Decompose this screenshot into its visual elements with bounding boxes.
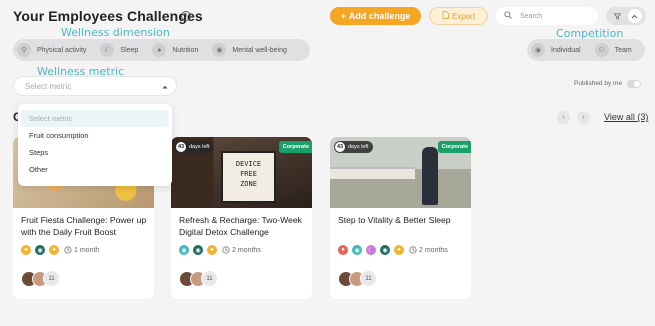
competition-label: Team — [614, 46, 632, 54]
running-icon: ⚲ — [17, 43, 31, 57]
participants[interactable]: 11 — [21, 270, 60, 287]
days-left-number: 43 — [335, 142, 345, 152]
railing-image — [330, 167, 415, 179]
metric-option-other[interactable]: Other — [18, 161, 172, 178]
moon-icon: ☾ — [366, 245, 376, 255]
eye-icon: ◉ — [212, 43, 227, 57]
person-icon: ● — [207, 245, 217, 255]
dimension-label: Nutrition — [172, 46, 199, 54]
export-button[interactable]: Export — [429, 7, 488, 25]
info-icon[interactable]: i — [181, 11, 191, 21]
person-image — [422, 147, 438, 205]
chevron-right-icon[interactable]: › — [577, 111, 590, 124]
person-icon: ● — [49, 245, 59, 255]
chevron-up-icon — [162, 82, 168, 91]
duration-label: 1 month — [74, 246, 100, 254]
corporate-badge: Corporate — [278, 141, 312, 153]
filter-icon[interactable] — [611, 9, 625, 23]
sign-image: DEVICE FREE ZONE — [221, 151, 276, 203]
published-by-me-label: Published by me — [574, 80, 623, 87]
person-icon: ● — [394, 245, 404, 255]
card-tags: ● ◉ ☾ ◉ ● 2 months — [338, 245, 448, 255]
moon-icon: ☾ — [100, 43, 115, 57]
team-icon: ⚇ — [594, 43, 609, 57]
metric-select-placeholder: Select metric — [25, 81, 72, 91]
running-icon: ● — [338, 245, 348, 255]
apple-icon: ● — [21, 245, 31, 255]
view-controls — [606, 7, 646, 25]
dimension-nutrition[interactable]: ● Nutrition — [152, 43, 210, 57]
clock-icon — [222, 246, 230, 254]
eye-icon: ◉ — [179, 245, 189, 255]
view-all-link[interactable]: View all (3) — [604, 112, 648, 122]
card-tags: ◉ ◉ ● 2 months — [179, 245, 261, 255]
card-title: Refresh & Recharge: Two-Week Digital Det… — [179, 215, 302, 237]
person-icon: ◉ — [531, 43, 545, 57]
page-title: Your Employees Challenges — [13, 8, 203, 24]
competition-individual[interactable]: ◉ Individual — [531, 43, 593, 57]
add-challenge-label: Add challenge — [348, 11, 411, 21]
participant-count: 11 — [201, 270, 218, 287]
apple-icon: ● — [152, 43, 167, 57]
search-icon — [504, 11, 512, 21]
metric-option-placeholder[interactable]: Select metric — [21, 110, 169, 127]
duration: 2 months — [222, 246, 261, 254]
dimension-label: Physical activity — [37, 46, 87, 54]
days-left-number: 43 — [176, 142, 186, 152]
wellness-dimension-annotation: Wellness dimension — [61, 26, 170, 39]
challenge-card[interactable]: DEVICE FREE ZONE 43 days left Corporate Re… — [171, 137, 312, 299]
duration: 2 months — [409, 246, 448, 254]
participant-count: 11 — [43, 270, 60, 287]
eye-icon: ◉ — [352, 245, 362, 255]
chevron-up-icon[interactable] — [627, 9, 642, 23]
export-label: Export — [451, 11, 476, 21]
card-title: Step to Vitality & Better Sleep — [338, 215, 451, 225]
card-title: Fruit Fiesta Challenge: Power up with th… — [21, 215, 147, 237]
search-placeholder: Search — [520, 12, 543, 20]
corporate-badge: Corporate — [437, 141, 471, 153]
published-by-me-toggle[interactable] — [627, 80, 641, 88]
days-left-text: days left — [189, 144, 210, 150]
duration-label: 2 months — [232, 246, 261, 254]
search-input[interactable]: Search — [496, 7, 598, 25]
chevron-left-icon[interactable]: ‹ — [557, 111, 570, 124]
duration-label: 2 months — [419, 246, 448, 254]
duration: 1 month — [64, 246, 99, 254]
clock-icon — [409, 246, 417, 254]
file-icon — [442, 11, 449, 21]
participants[interactable]: 11 — [179, 270, 218, 287]
metric-option-steps[interactable]: Steps — [18, 144, 172, 161]
plus-icon: + — [340, 11, 346, 21]
days-left-text: days left — [348, 144, 369, 150]
metric-dropdown: Select metric Fruit consumption Steps Ot… — [18, 104, 172, 186]
card-tags: ● ◉ ● 1 month — [21, 245, 99, 255]
challenge-card[interactable]: 43 days left Corporate Step to Vitality … — [330, 137, 471, 299]
dimension-sleep[interactable]: ☾ Sleep — [100, 43, 150, 57]
days-left-badge: 43 days left — [175, 141, 215, 153]
dimension-label: Sleep — [120, 46, 139, 54]
metric-option-fruit[interactable]: Fruit consumption — [18, 127, 172, 144]
participant-count: 11 — [360, 270, 377, 287]
competition-filter-bar: ◉ Individual ⚇ Team — [527, 39, 645, 61]
dimension-label: Mental well-being — [232, 46, 287, 54]
dimension-physical-activity[interactable]: ⚲ Physical activity — [17, 43, 98, 57]
eye-icon: ◉ — [193, 245, 203, 255]
clock-icon — [64, 246, 72, 254]
competition-label: Individual — [551, 46, 581, 54]
add-challenge-button[interactable]: + Add challenge — [330, 7, 421, 25]
participants[interactable]: 11 — [338, 270, 377, 287]
dimension-filter-bar: ⚲ Physical activity ☾ Sleep ● Nutrition … — [13, 39, 310, 61]
dimension-mental-well-being[interactable]: ◉ Mental well-being — [212, 43, 298, 57]
competition-team[interactable]: ⚇ Team — [594, 43, 632, 57]
days-left-badge: 43 days left — [334, 141, 374, 153]
metric-select[interactable]: Select metric — [13, 76, 177, 96]
eye-icon: ◉ — [380, 245, 390, 255]
eye-icon: ◉ — [35, 245, 45, 255]
